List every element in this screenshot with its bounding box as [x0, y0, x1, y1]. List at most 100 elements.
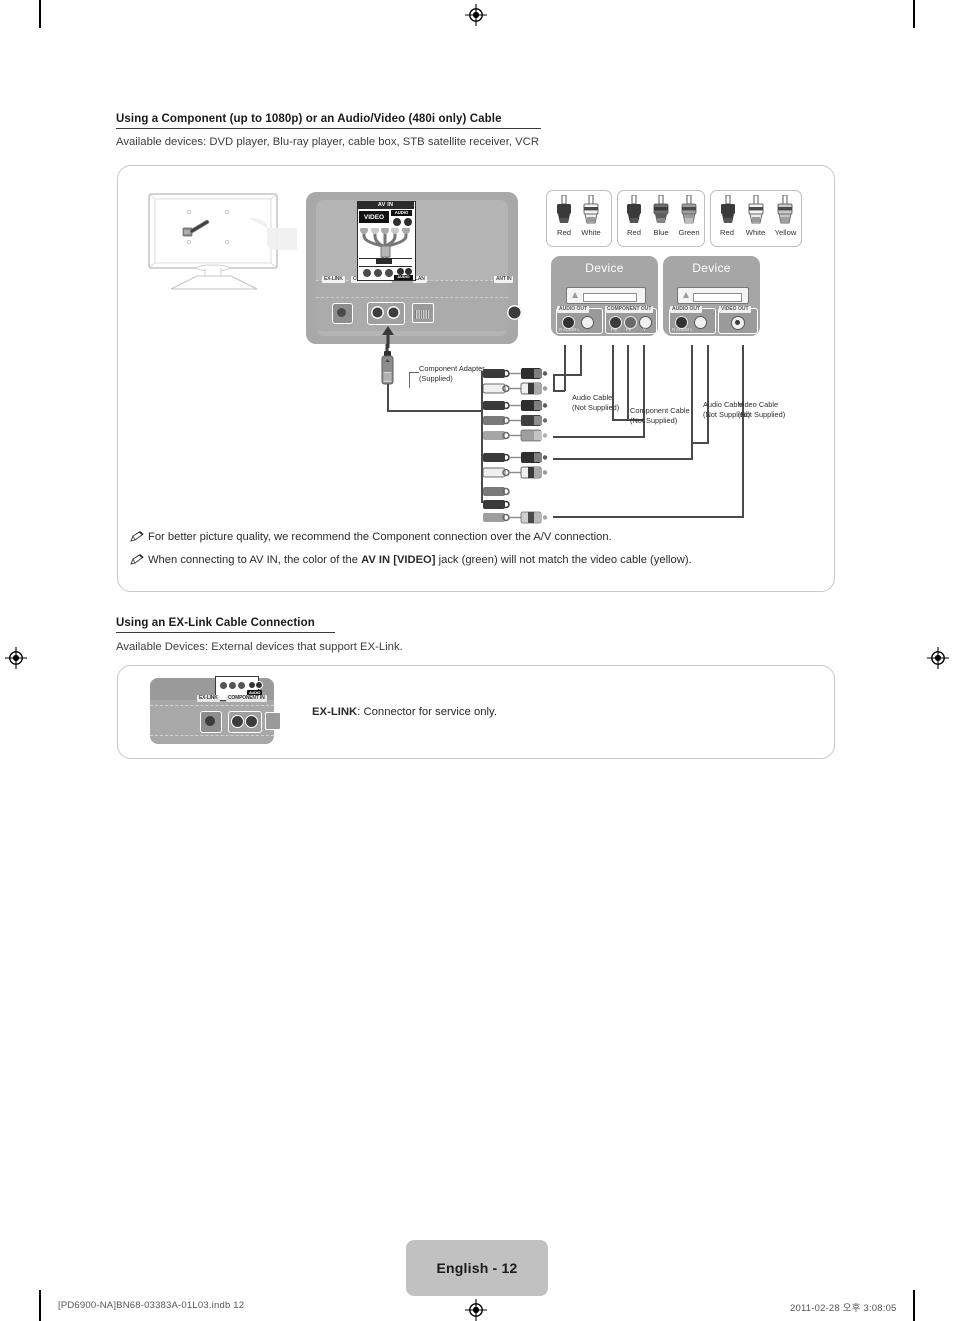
plug-icon-white-audio — [583, 194, 599, 232]
av-in-audio-jack-l — [392, 217, 402, 227]
device-1-audio-jack-labels: R AUDIO L — [559, 327, 580, 332]
audio-cable-1-line2: (Not Supplied) — [572, 402, 620, 412]
plug-label-yellow-av: Yellow — [774, 228, 797, 237]
crop-mark-top-right — [913, 0, 915, 28]
exlink-panel-divider — [150, 705, 274, 706]
wire-audio-top-to-plug2 — [580, 345, 582, 375]
note-2: When connecting to AV IN, the color of t… — [130, 554, 692, 568]
component-adapter-label-line2: (Supplied) — [419, 373, 453, 383]
device-2-title: Device — [692, 261, 731, 275]
wire-video-riser — [742, 345, 744, 517]
registration-mark-top — [465, 4, 487, 26]
device-1-player-logo — [572, 292, 578, 298]
component-adapter-leader-v — [409, 372, 410, 388]
wire-component-run — [553, 436, 645, 438]
av-in-connector-chip — [376, 259, 392, 264]
crop-mark-bottom-right — [913, 1290, 915, 1321]
device-1-title: Device — [585, 261, 624, 275]
device-2-audio-jack-l — [694, 316, 707, 329]
device-2-player-slot — [693, 293, 742, 302]
av-in-bottom-jack-1 — [362, 268, 372, 278]
exlink-callout-bold: EX-LINK — [312, 706, 358, 718]
note-1-text: For better picture quality, we recommend… — [148, 531, 612, 543]
plug-icon-green-component — [681, 194, 697, 232]
exlink-panel-divider-2 — [150, 735, 274, 736]
tv-illustration — [145, 192, 300, 292]
av-in-cable-fan — [359, 226, 412, 258]
rca-pair-audio-bottom — [482, 452, 553, 485]
plug-icon-blue-component — [653, 194, 669, 232]
tv-jack-ant-in — [507, 305, 522, 320]
device-1-component-out-label: COMPONENT OUT — [605, 306, 654, 313]
tv-jack-ex-link-hole — [337, 308, 346, 317]
note-2-pre: When connecting to AV IN, the color of t… — [148, 554, 362, 566]
manual-page: Using a Component (up to 1080p) or an Au… — [0, 0, 954, 1321]
device-2-player-logo — [683, 292, 689, 298]
wire-av-audio-riser2 — [707, 345, 709, 443]
exlink-component-jack-2 — [245, 715, 258, 728]
adapter-wire-down — [387, 384, 389, 412]
component-section-subheading: Available devices: DVD player, Blu-ray p… — [116, 136, 539, 148]
plug-label-green-component: Green — [678, 228, 700, 237]
exlink-component-jack-1 — [231, 715, 244, 728]
note-1: For better picture quality, we recommend… — [130, 531, 612, 545]
pencil-icon — [130, 554, 145, 568]
plug-icon-red-av — [720, 194, 736, 232]
plug-icon-red-component — [626, 194, 642, 232]
av-in-title: AV IN — [357, 201, 414, 209]
av-in-bottom-audio-label: AUDIO — [394, 275, 413, 280]
adapter-wire-across — [387, 410, 482, 412]
component-adapter-leader-h — [409, 372, 419, 373]
component-cable-label: Component Cable (Not Supplied) — [630, 406, 690, 425]
audio-cable-1-label: Audio Cable (Not Supplied) — [572, 393, 619, 412]
plug-icon-yellow-av — [777, 194, 793, 232]
crop-mark-top-left — [39, 0, 41, 28]
rca-pair-audio-top — [482, 368, 553, 401]
pencil-icon — [130, 531, 145, 545]
registration-mark-bottom — [465, 1299, 487, 1321]
exlink-jack-highlight-hole — [205, 716, 215, 726]
tv-port-label-ex-link: EX-LINK — [322, 276, 345, 283]
device-1-player-slot — [583, 293, 637, 302]
exlink-port-label-component-in: COMPONENT IN — [226, 695, 267, 702]
plug-label-white-audio: White — [581, 228, 601, 237]
device-2-audio-jack-labels: R AUDIO L — [672, 327, 693, 332]
plug-icon-red-audio — [556, 194, 572, 232]
tv-jack-lan-pins — [415, 310, 429, 319]
component-adapter-label-line1: Component Adapter — [419, 364, 485, 373]
component-cable-line2: (Not Supplied) — [630, 415, 678, 425]
tv-to-adapter-arrow — [381, 326, 395, 353]
rca-video-group — [483, 486, 553, 529]
plug-label-red-component: Red — [627, 228, 641, 237]
device-1-component-jack-label-pr: Pʀ — [626, 327, 632, 332]
exlink-section-heading: Using an EX-Link Cable Connection — [116, 617, 335, 633]
page-badge: English - 12 — [406, 1240, 548, 1296]
component-adapter-label: Component Adapter (Supplied) — [419, 364, 485, 383]
footer-right: 2011-02-28 오후 3:08:05 — [790, 1303, 897, 1314]
exlink-lan-port — [265, 712, 281, 730]
device-1-audio-out-label: AUDIO OUT — [557, 306, 590, 313]
tv-jack-component-2 — [387, 306, 400, 319]
plug-label-blue-component: Blue — [653, 228, 669, 237]
plug-icon-white-av — [748, 194, 764, 232]
device-1-audio-jack-l — [581, 316, 594, 329]
exlink-section-subheading: Available Devices: External devices that… — [116, 641, 403, 653]
registration-mark-right — [927, 647, 949, 669]
note-2-post: jack (green) will not match the video ca… — [435, 554, 692, 566]
wire-video-run — [553, 516, 744, 518]
wire-component-riser3 — [627, 345, 629, 420]
device-2-video-out-label: VIDEO OUT — [719, 306, 751, 313]
wire-av-audio-join — [691, 442, 709, 444]
device-2-player-graphic — [677, 287, 749, 304]
tv-port-label-ant-in: ANT IN — [494, 276, 514, 283]
crop-mark-bottom-left — [39, 1290, 41, 1321]
device-1-component-jack-label-pb: Pṃ — [611, 327, 618, 332]
device-1-component-jack-label-y: Y — [643, 327, 646, 332]
plug-label-red-av: Red — [720, 228, 734, 237]
device-2-audio-out-label: AUDIO OUT — [670, 306, 703, 313]
device-2-video-jack-center — [735, 320, 740, 325]
tv-jack-component-1 — [371, 306, 384, 319]
exlink-callout-text: EX-LINK: Connector for service only. — [312, 706, 497, 718]
exlink-port-label-ex-link: EX-LINK — [197, 695, 220, 702]
device-1-player-graphic — [566, 287, 646, 304]
